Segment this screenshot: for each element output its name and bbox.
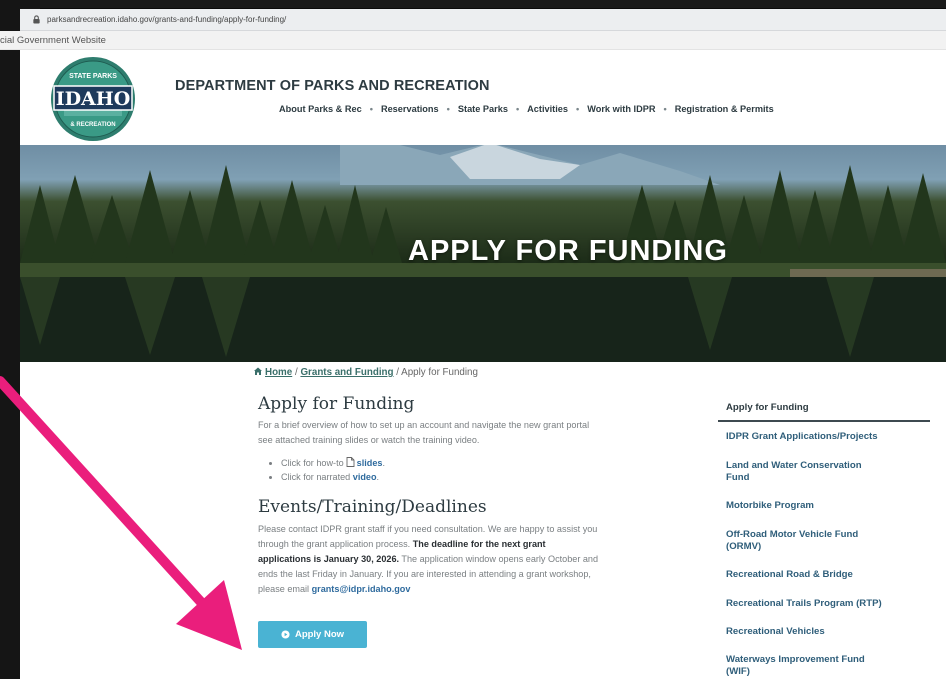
- nav-item-registration-permits[interactable]: Registration & Permits: [675, 104, 774, 114]
- sidebar-item-land-water-conservation[interactable]: Land and Water Conservation Fund: [718, 460, 862, 484]
- list-item: Click for narrated video.: [281, 471, 385, 485]
- bullet-suffix: .: [382, 458, 385, 468]
- training-links-list: Click for how-to slides. Click for narrat…: [270, 457, 385, 484]
- nav-item-activities[interactable]: Activities: [527, 104, 568, 114]
- apply-now-label: Apply Now: [294, 629, 345, 640]
- url-text: parksandrecreation.idaho.gov/grants-and-…: [47, 15, 287, 24]
- home-icon: [254, 367, 262, 375]
- sidebar-item-motorbike-program[interactable]: Motorbike Program: [718, 500, 814, 511]
- paragraph-text: through the grant application process.: [258, 539, 411, 549]
- deadline-date-text: applications is January 30, 2026.: [258, 554, 400, 564]
- sidebar-item-label: Land and Water Conservation: [726, 460, 862, 471]
- breadcrumb-grants-link[interactable]: Grants and Funding: [300, 367, 393, 378]
- paragraph-line: through the grant application process. T…: [258, 537, 598, 552]
- intro-line-2: see attached training slides or watch th…: [258, 435, 480, 445]
- lock-icon: [33, 15, 40, 24]
- sidebar-item-label: (ORMV): [726, 541, 762, 552]
- official-government-banner: cial Government Website: [0, 31, 946, 50]
- paragraph-line: applications is January 30, 2026. The ap…: [258, 552, 598, 567]
- sidebar-item-idpr-grant-applications[interactable]: IDPR Grant Applications/Projects: [718, 431, 878, 442]
- nav-separator: •: [663, 104, 667, 114]
- browser-address-bar[interactable]: parksandrecreation.idaho.gov/grants-and-…: [20, 9, 946, 31]
- nav-separator: •: [446, 104, 450, 114]
- sidebar-item-rtp[interactable]: Recreational Trails Program (RTP): [718, 598, 882, 609]
- logo-top-text: STATE PARKS: [69, 73, 117, 80]
- apply-for-funding-heading: Apply for Funding: [258, 394, 415, 414]
- sidebar-item-label: Off-Road Motor Vehicle Fund: [726, 529, 859, 540]
- nav-separator: •: [369, 104, 373, 114]
- breadcrumb-home-link[interactable]: Home: [265, 367, 292, 378]
- nav-separator: •: [576, 104, 580, 114]
- intro-line-1: For a brief overview of how to set up an…: [258, 420, 590, 430]
- deadlines-paragraph: Please contact IDPR grant staff if you n…: [258, 522, 598, 597]
- intro-paragraph: For a brief overview of how to set up an…: [258, 418, 589, 448]
- nav-separator: •: [515, 104, 520, 114]
- events-training-deadlines-heading: Events/Training/Deadlines: [258, 497, 487, 517]
- sidebar-item-road-bridge[interactable]: Recreational Road & Bridge: [718, 569, 853, 580]
- paragraph-text: please email: [258, 584, 310, 594]
- nav-item-state-parks[interactable]: State Parks: [458, 104, 508, 114]
- grants-email-link[interactable]: grants@idpr.idaho.gov: [312, 584, 411, 594]
- document-icon: [346, 457, 355, 467]
- logo-main-text: IDAHO: [56, 88, 131, 110]
- main-navigation: About Parks & Rec • Reservations • State…: [279, 104, 774, 114]
- apply-now-button[interactable]: Apply Now: [258, 621, 367, 648]
- sidebar-item-ormv[interactable]: Off-Road Motor Vehicle Fund (ORMV): [718, 529, 858, 553]
- hero-banner: APPLY FOR FUNDING: [20, 145, 946, 362]
- logo-bottom-text: & RECREATION: [70, 122, 115, 128]
- site-header: IDAHO STATE PARKS & RECREATION DEPARTMEN…: [20, 50, 946, 145]
- breadcrumb-separator: /: [294, 367, 298, 378]
- department-title[interactable]: DEPARTMENT OF PARKS AND RECREATION: [175, 78, 490, 94]
- breadcrumb-separator: /: [396, 367, 399, 378]
- hero-title: APPLY FOR FUNDING: [408, 235, 728, 267]
- slides-link[interactable]: slides: [357, 458, 383, 468]
- main-content: Home / Grants and Funding / Apply for Fu…: [20, 362, 946, 679]
- sidebar-item-label: Waterways Improvement Fund: [726, 654, 865, 665]
- gov-banner-text: cial Government Website: [0, 34, 106, 46]
- sidebar-item-recreational-vehicles[interactable]: Recreational Vehicles: [718, 626, 825, 637]
- idaho-parks-logo[interactable]: IDAHO STATE PARKS & RECREATION: [50, 56, 136, 142]
- sidebar-item-apply-for-funding[interactable]: Apply for Funding: [718, 402, 809, 413]
- list-item: Click for how-to slides.: [281, 457, 385, 471]
- nav-item-work-with-idpr[interactable]: Work with IDPR: [587, 104, 655, 114]
- sidebar-item-label: Fund: [726, 472, 750, 483]
- bullet-text: Click for how-to: [281, 458, 344, 468]
- bullet-suffix: .: [376, 471, 380, 482]
- breadcrumb: Home / Grants and Funding / Apply for Fu…: [253, 366, 478, 378]
- sidebar-active-underline: [718, 420, 930, 422]
- breadcrumb-current: Apply for Funding: [401, 367, 478, 378]
- paragraph-text: The application window opens early Octob…: [401, 554, 599, 564]
- deadline-text: The deadline for the next grant: [412, 539, 546, 549]
- play-circle-icon: [281, 630, 290, 639]
- sidebar-item-wif[interactable]: Waterways Improvement Fund (WIF): [718, 654, 865, 678]
- screen-edge-top: [0, 0, 946, 8]
- nav-item-reservations[interactable]: Reservations: [381, 104, 439, 114]
- sidebar-item-label: (WIF): [726, 666, 750, 677]
- nav-item-about[interactable]: About Parks & Rec: [279, 104, 362, 114]
- paragraph-line: ends the last Friday in January. If you …: [258, 569, 591, 579]
- bullet-text: Click for narrated: [281, 471, 351, 482]
- video-link[interactable]: video: [353, 472, 377, 482]
- paragraph-line: Please contact IDPR grant staff if you n…: [258, 524, 598, 534]
- paragraph-line: please email grants@idpr.idaho.gov: [258, 582, 598, 597]
